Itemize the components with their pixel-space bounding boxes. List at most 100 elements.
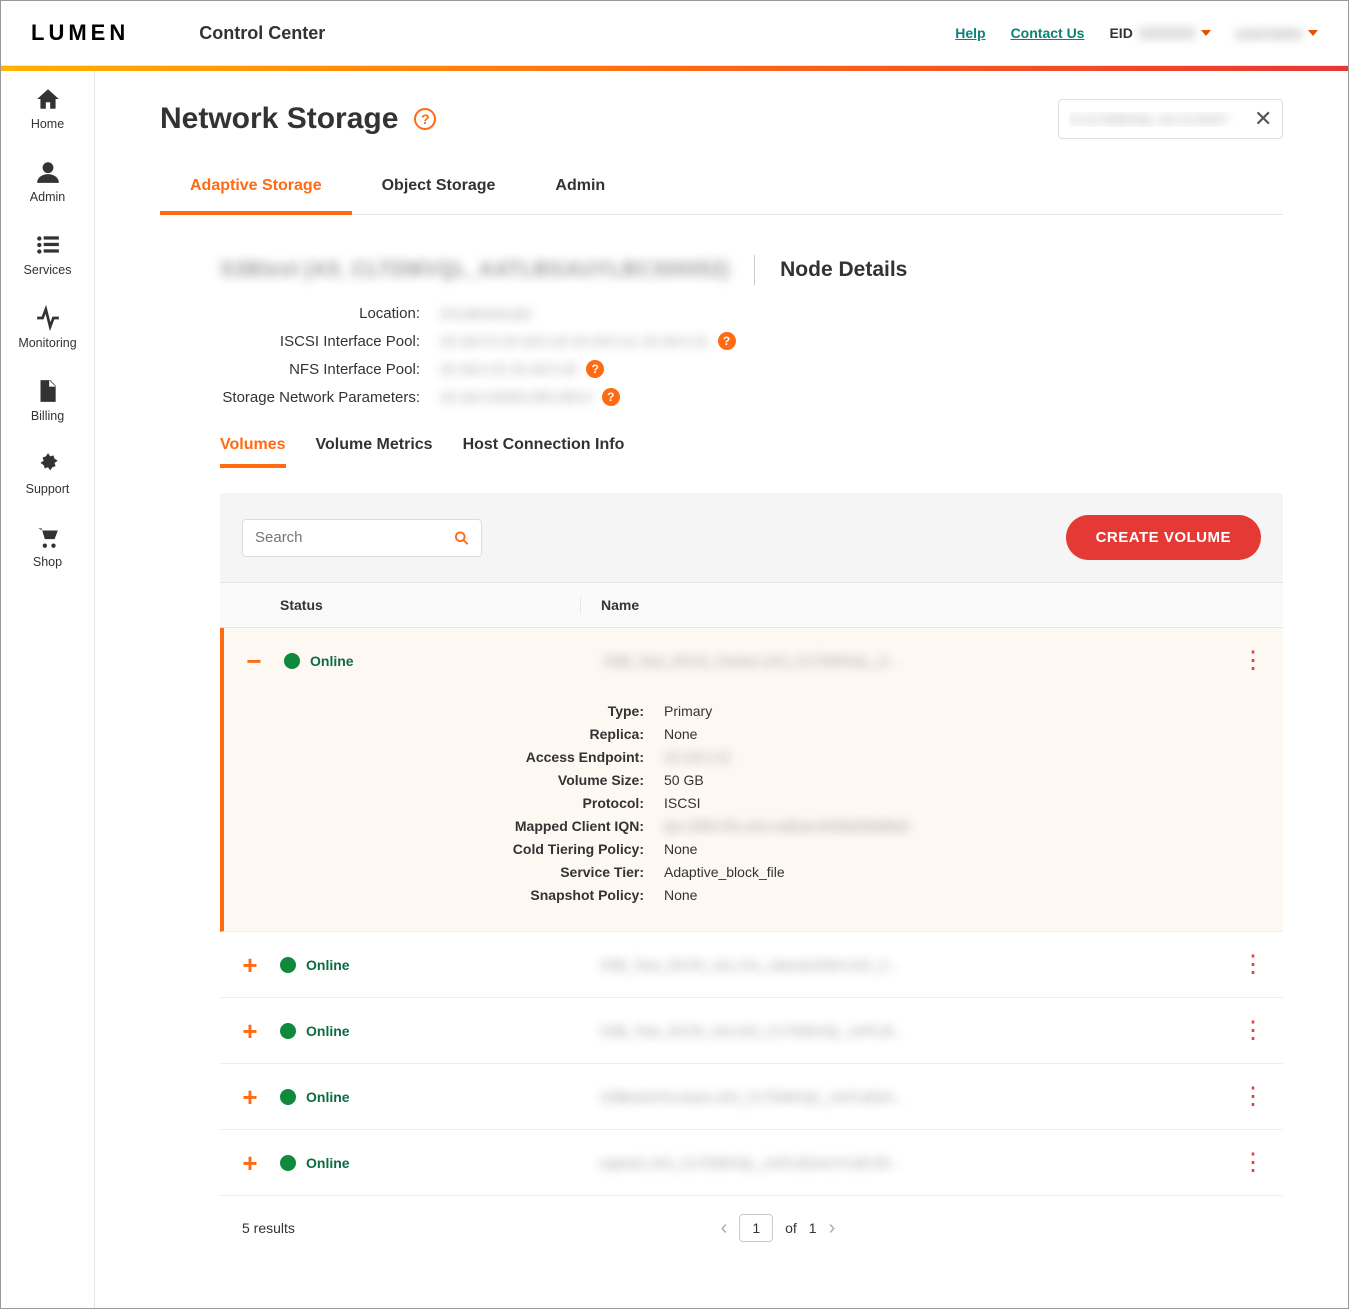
sidebar-item-home[interactable]: Home <box>31 86 64 131</box>
expand-icon[interactable]: + <box>220 1150 280 1176</box>
home-icon <box>35 86 61 112</box>
expand-icon[interactable]: + <box>220 1018 280 1044</box>
detail-label: Storage Network Parameters: <box>220 389 420 406</box>
page-search[interactable]: ✕ <box>1058 99 1283 139</box>
row-detail: Type:Primary Replica:None Access Endpoin… <box>224 693 1283 931</box>
node-section-title: Node Details <box>780 258 907 282</box>
detail-label: ISCSI Interface Pool: <box>220 333 420 350</box>
page-of: of <box>785 1220 797 1236</box>
volume-search[interactable] <box>242 519 482 557</box>
status-text: Online <box>306 957 350 973</box>
sidebar-item-admin[interactable]: Admin <box>30 159 65 204</box>
detail-value: 10.18.0.15 10.18.0.16 <box>440 361 576 377</box>
col-status: Status <box>280 597 580 613</box>
main-tabs: Adaptive Storage Object Storage Admin <box>160 161 1283 215</box>
detail-value: None <box>664 841 1223 857</box>
help-icon[interactable]: ? <box>586 360 604 378</box>
detail-label: Snapshot Policy: <box>284 887 644 903</box>
page-title: Network Storage <box>160 102 398 136</box>
detail-label: Service Tier: <box>284 864 644 880</box>
detail-label: NFS Interface Pool: <box>220 361 420 378</box>
sidebar-item-support[interactable]: Support <box>26 451 70 496</box>
expand-icon[interactable]: + <box>220 952 280 978</box>
detail-value: 10.18.0.0/255.255.255.0 <box>440 389 592 405</box>
volumes-panel: CREATE VOLUME Status Name − Online S3B_T… <box>220 493 1283 1260</box>
row-actions-icon[interactable]: ⋮ <box>1223 646 1283 675</box>
chevron-down-icon <box>1201 30 1211 36</box>
tab-adaptive-storage[interactable]: Adaptive Storage <box>160 161 352 215</box>
app-title: Control Center <box>199 23 325 44</box>
help-icon[interactable]: ? <box>718 332 736 350</box>
sidebar-item-shop[interactable]: Shop <box>33 524 62 569</box>
detail-label: Replica: <box>284 726 644 742</box>
detail-label: Location: <box>220 305 420 322</box>
detail-value: STLMOAVLBC <box>440 306 533 322</box>
activity-icon <box>35 305 61 331</box>
file-icon <box>34 378 60 404</box>
search-icon <box>454 528 469 548</box>
sidebar-item-services[interactable]: Services <box>24 232 72 277</box>
volume-search-input[interactable] <box>255 529 454 546</box>
sidebar-item-billing[interactable]: Billing <box>31 378 64 423</box>
prev-page-icon[interactable]: ‹ <box>721 1217 728 1240</box>
row-actions-icon[interactable]: ⋮ <box>1223 950 1283 979</box>
volume-name: S3B_Test_ISCSI_Vol_For_Ubuntu2004 (AS_C.… <box>580 957 1223 973</box>
create-volume-button[interactable]: CREATE VOLUME <box>1066 515 1261 560</box>
eid-label: EID <box>1109 25 1132 41</box>
results-count: 5 results <box>242 1220 295 1236</box>
volume-name: eqtest1 (AS_CLTDMVQL_AATLBGAUYLBC30... <box>580 1155 1223 1171</box>
clear-search-icon[interactable]: ✕ <box>1254 106 1272 132</box>
pagination: 5 results ‹ 1 of 1 › <box>220 1196 1283 1260</box>
row-actions-icon[interactable]: ⋮ <box>1223 1082 1283 1111</box>
expand-icon[interactable]: + <box>220 1084 280 1110</box>
detail-label: Type: <box>284 703 644 719</box>
page-search-input[interactable] <box>1069 112 1246 127</box>
detail-value: 10.18.0.9 10.18.0.10 10.18.0.11 10.18.0.… <box>440 333 708 349</box>
subtab-volume-metrics[interactable]: Volume Metrics <box>316 436 433 468</box>
volume-name: S3BtestVOLshare (AS_CLTDMVQL_AATLBGA... <box>580 1089 1223 1105</box>
node-name: S3Btest (AS_CLTDMVQL_AATLBGAUYLBC300052) <box>220 258 729 282</box>
contact-link[interactable]: Contact Us <box>1011 25 1085 41</box>
col-name: Name <box>580 597 1223 613</box>
tab-admin[interactable]: Admin <box>525 161 635 214</box>
status-dot-icon <box>284 653 300 669</box>
status-dot-icon <box>280 1155 296 1171</box>
user-dropdown[interactable]: username <box>1236 25 1318 41</box>
eid-dropdown[interactable]: EID XXXXXX <box>1109 25 1210 41</box>
detail-value: Primary <box>664 703 1223 719</box>
chevron-down-icon <box>1308 30 1318 36</box>
sidebar-item-monitoring[interactable]: Monitoring <box>18 305 76 350</box>
page-number[interactable]: 1 <box>739 1214 773 1242</box>
table-row: + Online S3B_Test_ISCSI_Vol_For_Ubuntu20… <box>220 932 1283 998</box>
detail-label: Volume Size: <box>284 772 644 788</box>
detail-value: None <box>664 887 1223 903</box>
gear-icon <box>35 451 61 477</box>
sub-tabs: Volumes Volume Metrics Host Connection I… <box>220 436 1283 468</box>
help-icon[interactable]: ? <box>602 388 620 406</box>
collapse-icon[interactable]: − <box>224 648 284 674</box>
sidebar-item-label: Shop <box>33 555 62 569</box>
status-text: Online <box>306 1023 350 1039</box>
subtab-host-connection[interactable]: Host Connection Info <box>463 436 625 468</box>
row-actions-icon[interactable]: ⋮ <box>1223 1016 1283 1045</box>
help-icon[interactable]: ? <box>414 108 436 130</box>
table-row: + Online S3B_Test_ISCSI_Vol (AS_CLTDMVQL… <box>220 998 1283 1064</box>
sidebar: Home Admin Services Monitoring Billing S… <box>1 71 95 1308</box>
table-header: Status Name <box>220 582 1283 628</box>
status-text: Online <box>306 1089 350 1105</box>
tab-object-storage[interactable]: Object Storage <box>352 161 526 214</box>
sidebar-item-label: Support <box>26 482 70 496</box>
row-actions-icon[interactable]: ⋮ <box>1223 1148 1283 1177</box>
cart-icon <box>34 524 60 550</box>
volume-name: S3B_Test_ISCSI_Centos (AS_CLTDMVQL_A... <box>584 653 1223 669</box>
next-page-icon[interactable]: › <box>829 1217 836 1240</box>
detail-label: Mapped Client IQN: <box>284 818 644 834</box>
detail-value: Adaptive_block_file <box>664 864 1223 880</box>
sidebar-item-label: Monitoring <box>18 336 76 350</box>
help-link[interactable]: Help <box>955 25 985 41</box>
node-details: Location: STLMOAVLBC ISCSI Interface Poo… <box>220 305 1283 406</box>
sidebar-item-label: Services <box>24 263 72 277</box>
status-dot-icon <box>280 957 296 973</box>
subtab-volumes[interactable]: Volumes <box>220 436 286 468</box>
eid-value: XXXXXX <box>1139 25 1195 41</box>
